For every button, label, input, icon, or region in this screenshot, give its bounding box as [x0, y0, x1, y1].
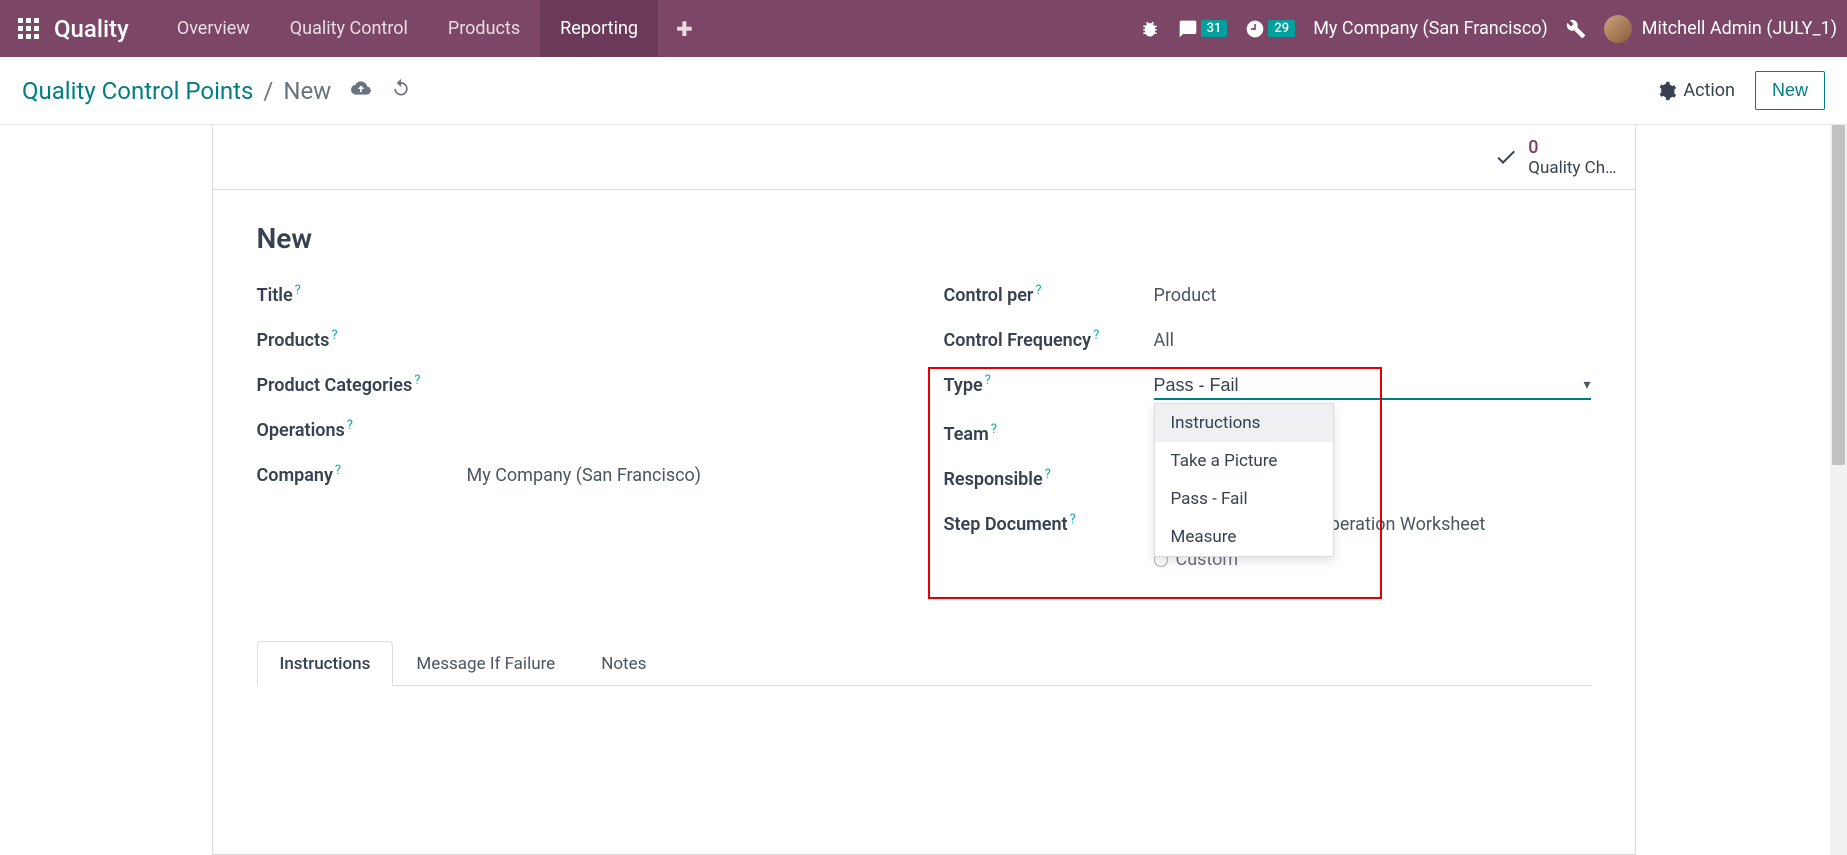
tab-message-if-failure[interactable]: Message If Failure [393, 641, 578, 686]
type-dropdown: Instructions Take a Picture Pass - Fail … [1154, 403, 1334, 557]
dropdown-option-pass-fail[interactable]: Pass - Fail [1155, 480, 1333, 518]
user-menu[interactable]: Mitchell Admin (JULY_1) [1604, 15, 1837, 43]
breadcrumb-parent[interactable]: Quality Control Points [22, 77, 253, 105]
top-navbar: Quality Overview Quality Control Product… [0, 0, 1847, 57]
help-icon[interactable]: ? [1093, 328, 1099, 343]
stat-count: 0 [1528, 137, 1616, 158]
nav-item-products[interactable]: Products [428, 0, 540, 57]
dropdown-option-instructions[interactable]: Instructions [1155, 404, 1333, 442]
form-sheet: 0 Quality Ch… New Title? Products? [212, 125, 1636, 855]
page-title: New [257, 222, 1591, 255]
notebook-tabs: Instructions Message If Failure Notes [257, 640, 1591, 686]
help-icon[interactable]: ? [985, 373, 991, 388]
controlbar-right: Action New [1657, 71, 1825, 110]
tools-icon[interactable] [1566, 19, 1586, 39]
nav-right-cluster: 31 29 My Company (San Francisco) Mitchel… [1140, 15, 1837, 43]
vertical-scrollbar[interactable] [1830, 125, 1847, 855]
messages-icon[interactable]: 31 [1178, 19, 1228, 39]
breadcrumb-separator: / [263, 77, 273, 105]
activities-icon[interactable]: 29 [1245, 19, 1295, 39]
label-type: Type? [944, 373, 1154, 396]
label-company: Company? [257, 463, 467, 486]
company-switcher[interactable]: My Company (San Francisco) [1313, 18, 1548, 39]
type-input[interactable] [1154, 373, 1591, 400]
nav-add-menu-icon[interactable]: ✚ [658, 0, 711, 57]
help-icon[interactable]: ? [1070, 512, 1076, 527]
help-icon[interactable]: ? [335, 463, 341, 478]
stat-label: Quality Ch… [1528, 158, 1616, 178]
check-icon [1494, 145, 1518, 169]
discard-icon[interactable] [391, 78, 411, 103]
help-icon[interactable]: ? [1045, 467, 1051, 482]
action-menu[interactable]: Action [1657, 80, 1735, 101]
column-right: Control per? Product Control Frequency? … [944, 283, 1591, 592]
control-bar: Quality Control Points / New Action New [0, 57, 1847, 125]
help-icon[interactable]: ? [991, 422, 997, 437]
app-brand[interactable]: Quality [54, 15, 129, 43]
status-strip: 0 Quality Ch… [213, 125, 1635, 190]
tab-notes[interactable]: Notes [578, 641, 669, 686]
breadcrumb-current: New [283, 77, 331, 105]
label-step-document: Step Document? [944, 512, 1154, 535]
help-icon[interactable]: ? [347, 418, 353, 433]
breadcrumb: Quality Control Points / New [22, 77, 411, 105]
apps-launcher-icon[interactable] [18, 18, 40, 40]
nav-item-overview[interactable]: Overview [157, 0, 270, 57]
field-type[interactable]: ▾ Instructions Take a Picture Pass - Fai… [1154, 373, 1591, 400]
nav-item-reporting[interactable]: Reporting [540, 0, 658, 57]
label-control-per: Control per? [944, 283, 1154, 306]
column-left: Title? Products? Product Categories? Ope… [257, 283, 904, 592]
help-icon[interactable]: ? [295, 283, 301, 298]
help-icon[interactable]: ? [414, 373, 420, 388]
nav-menu: Overview Quality Control Products Report… [157, 0, 711, 57]
nav-item-quality-control[interactable]: Quality Control [270, 0, 428, 57]
form-body: New Title? Products? Product Categories? [213, 190, 1635, 718]
form-columns: Title? Products? Product Categories? Ope… [257, 283, 1591, 592]
field-company[interactable]: My Company (San Francisco) [467, 465, 904, 486]
action-menu-label: Action [1683, 80, 1735, 101]
dropdown-option-take-picture[interactable]: Take a Picture [1155, 442, 1333, 480]
label-title: Title? [257, 283, 467, 306]
activities-badge: 29 [1268, 20, 1295, 37]
label-responsible: Responsible? [944, 467, 1154, 490]
avatar [1604, 15, 1632, 43]
form-area: 0 Quality Ch… New Title? Products? [0, 125, 1847, 855]
cloud-save-icon[interactable] [351, 78, 371, 103]
field-step-document-option[interactable]: )peration Worksheet [1324, 514, 1591, 535]
debug-icon[interactable] [1140, 19, 1160, 39]
field-control-per[interactable]: Product [1154, 285, 1591, 306]
scrollbar-thumb[interactable] [1832, 125, 1845, 465]
help-icon[interactable]: ? [1035, 283, 1041, 298]
stat-button-quality-checks[interactable]: 0 Quality Ch… [1494, 137, 1616, 178]
label-operations: Operations? [257, 418, 467, 441]
label-control-frequency: Control Frequency? [944, 328, 1154, 351]
label-products: Products? [257, 328, 467, 351]
messages-badge: 31 [1201, 20, 1228, 37]
new-button[interactable]: New [1755, 71, 1825, 110]
field-control-frequency[interactable]: All [1154, 330, 1591, 351]
dropdown-option-measure[interactable]: Measure [1155, 518, 1333, 556]
label-team: Team? [944, 422, 1154, 445]
help-icon[interactable]: ? [331, 328, 337, 343]
user-name: Mitchell Admin (JULY_1) [1642, 18, 1837, 39]
tab-instructions[interactable]: Instructions [257, 641, 394, 686]
label-product-categories: Product Categories? [257, 373, 467, 396]
